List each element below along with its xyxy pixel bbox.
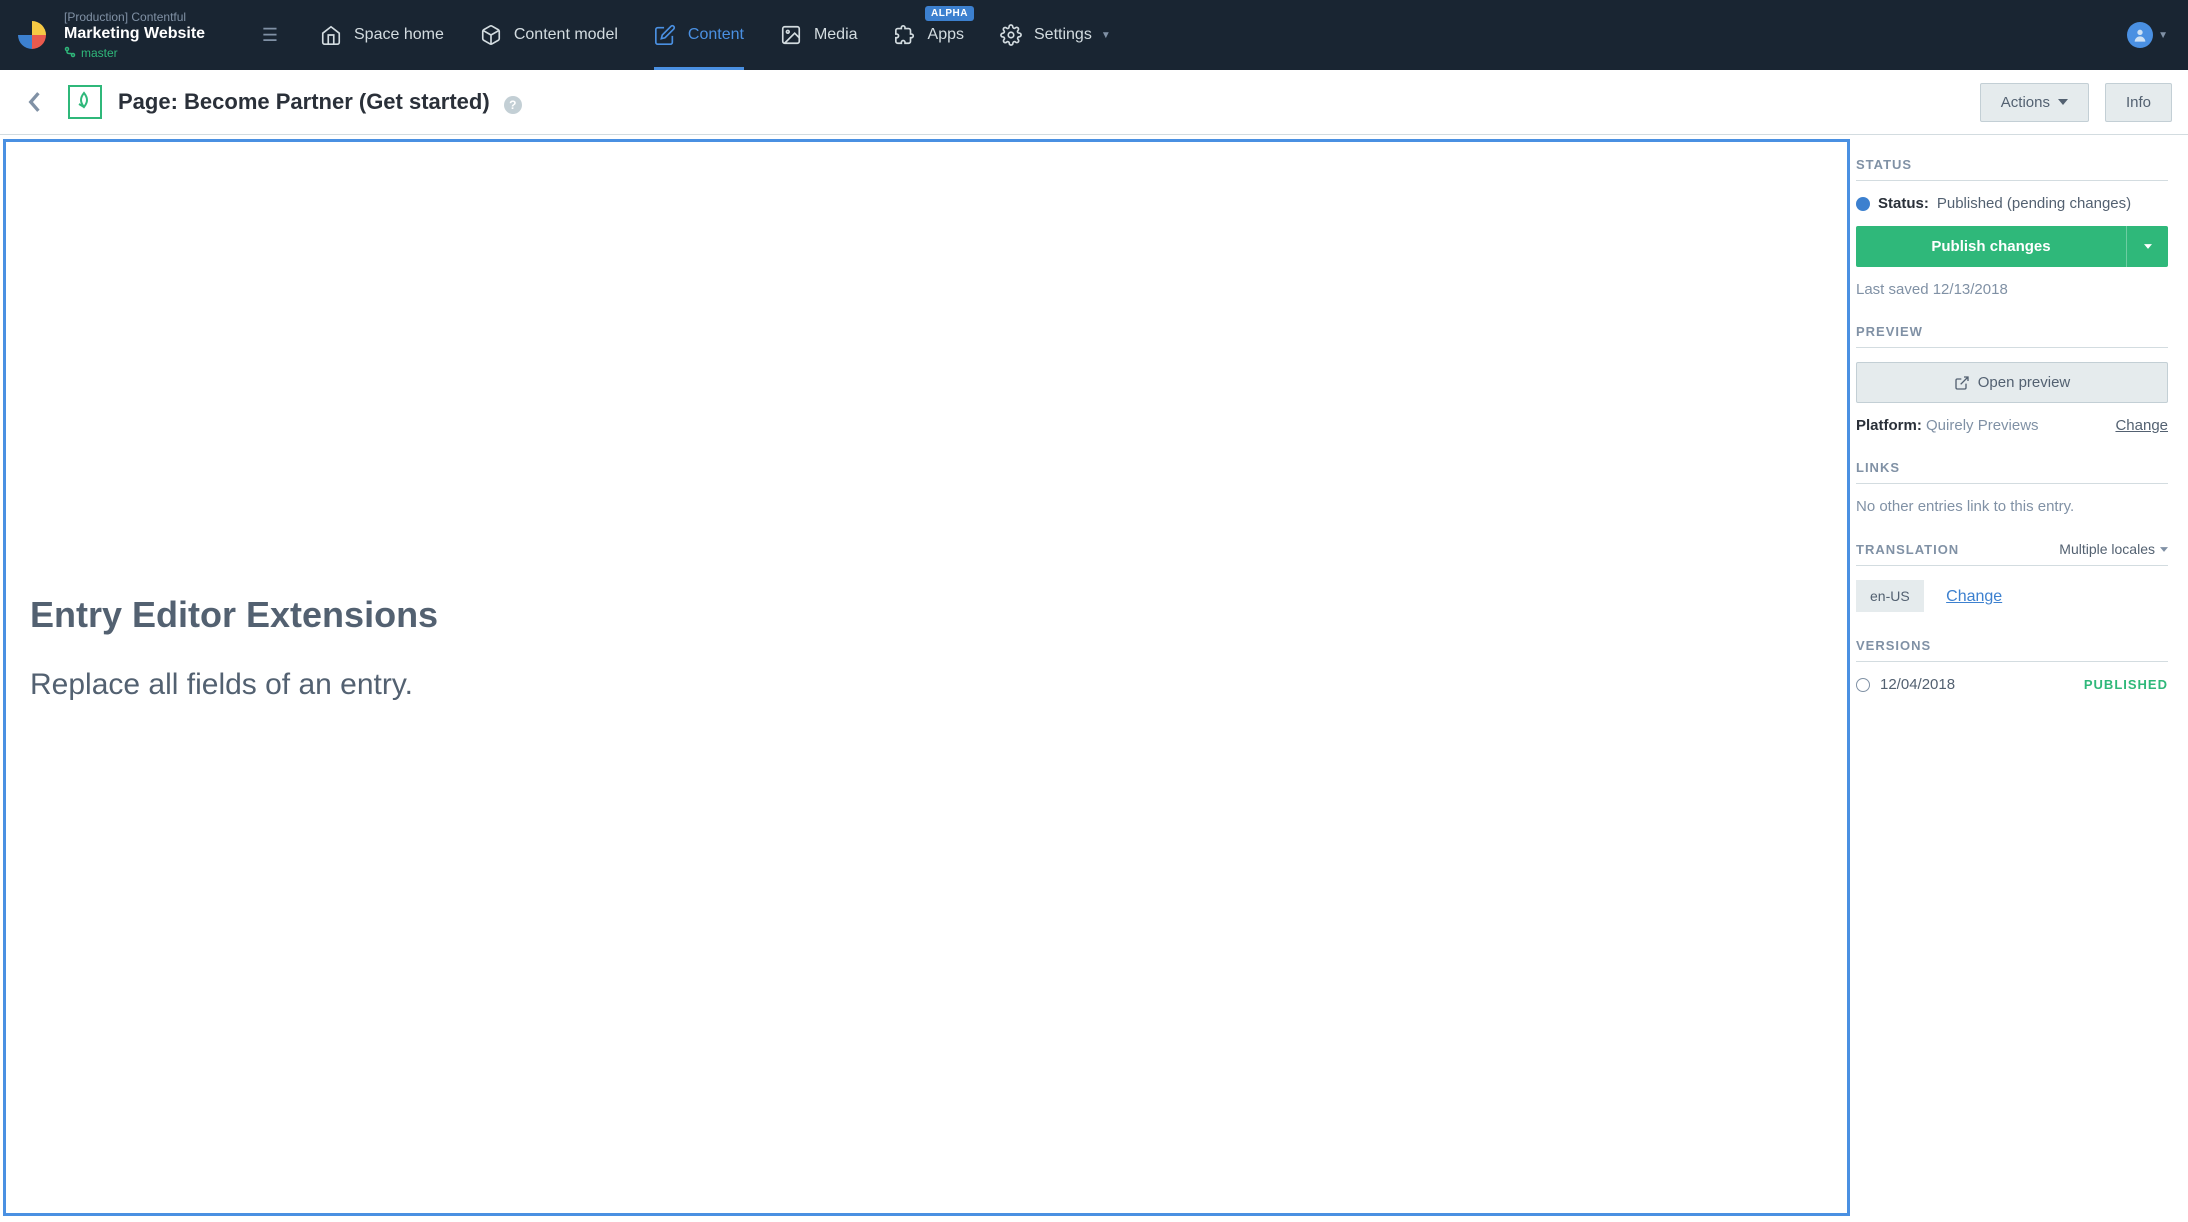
open-preview-label: Open preview <box>1978 374 2071 391</box>
preview-section: PREVIEW Open preview Platform: Quirely P… <box>1856 324 2168 434</box>
entry-sidebar: STATUS Status: Published (pending change… <box>1856 135 2188 1222</box>
open-preview-button[interactable]: Open preview <box>1856 362 2168 403</box>
locales-dropdown[interactable]: Multiple locales <box>2059 541 2168 557</box>
org-label: [Production] Contentful <box>64 10 250 24</box>
cube-icon <box>480 24 502 46</box>
branch-icon <box>64 46 76 61</box>
entry-header: Page: Become Partner (Get started) ? Act… <box>0 70 2188 135</box>
space-info: [Production] Contentful Marketing Websit… <box>64 10 250 61</box>
status-dot-icon <box>1856 197 1870 211</box>
status-value: Published (pending changes) <box>1937 195 2131 212</box>
contentful-logo-icon <box>18 21 46 49</box>
entry-editor-extension-frame: Entry Editor Extensions Replace all fiel… <box>3 139 1850 1216</box>
nav-space-home[interactable]: Space home <box>320 0 444 70</box>
extension-subtitle: Replace all fields of an entry. <box>30 668 1823 702</box>
image-icon <box>780 24 802 46</box>
publish-dropdown-button[interactable] <box>2126 226 2168 267</box>
locales-label: Multiple locales <box>2059 541 2155 557</box>
extension-title: Entry Editor Extensions <box>30 594 1823 636</box>
radio-icon[interactable] <box>1856 678 1870 692</box>
actions-label: Actions <box>2001 94 2050 111</box>
links-empty: No other entries link to this entry. <box>1856 498 2168 515</box>
space-name: Marketing Website <box>64 25 250 43</box>
links-heading: LINKS <box>1856 460 2168 484</box>
platform-line: Platform: Quirely Previews Change <box>1856 417 2168 434</box>
nav-label: Space home <box>354 26 444 44</box>
main-nav: Space home Content model Content Media A… <box>290 0 2127 70</box>
page-type-icon <box>68 85 102 119</box>
status-heading: STATUS <box>1856 157 2168 181</box>
links-section: LINKS No other entries link to this entr… <box>1856 460 2168 515</box>
locale-row: en-US Change <box>1856 580 2168 612</box>
chevron-down-icon: ▼ <box>2158 30 2168 41</box>
gear-icon <box>1000 24 1022 46</box>
status-section: STATUS Status: Published (pending change… <box>1856 157 2168 298</box>
translation-heading-row: TRANSLATION Multiple locales <box>1856 541 2168 566</box>
platform-value: Quirely Previews <box>1926 417 2039 434</box>
nav-label: Settings <box>1034 26 1092 44</box>
nav-content-model[interactable]: Content model <box>480 0 618 70</box>
nav-apps[interactable]: ALPHA Apps <box>894 0 964 70</box>
info-button[interactable]: Info <box>2105 83 2172 122</box>
external-link-icon <box>1954 375 1970 391</box>
versions-section: VERSIONS 12/04/2018 PUBLISHED <box>1856 638 2168 693</box>
change-locale-link[interactable]: Change <box>1946 588 2002 605</box>
back-button[interactable] <box>16 84 52 120</box>
hamburger-menu-icon[interactable]: ☰ <box>250 25 290 46</box>
status-line: Status: Published (pending changes) <box>1856 195 2168 212</box>
edit-icon <box>654 24 676 46</box>
preview-heading: PREVIEW <box>1856 324 2168 348</box>
alpha-badge: ALPHA <box>925 6 974 21</box>
platform-key: Platform: <box>1856 417 1922 434</box>
user-menu[interactable]: ▼ <box>2127 22 2188 48</box>
branch-indicator: master <box>64 46 250 61</box>
publish-group: Publish changes <box>1856 226 2168 267</box>
top-navigation: [Production] Contentful Marketing Websit… <box>0 0 2188 70</box>
nav-label: Content model <box>514 26 618 44</box>
help-icon[interactable]: ? <box>504 96 522 114</box>
versions-heading: VERSIONS <box>1856 638 2168 662</box>
nav-label: Media <box>814 26 858 44</box>
version-badge: PUBLISHED <box>2084 677 2168 692</box>
nav-media[interactable]: Media <box>780 0 858 70</box>
locale-chip: en-US <box>1856 580 1924 612</box>
version-row[interactable]: 12/04/2018 PUBLISHED <box>1856 676 2168 693</box>
translation-section: TRANSLATION Multiple locales en-US Chang… <box>1856 541 2168 612</box>
status-key: Status: <box>1878 195 1929 212</box>
space-switcher[interactable]: [Production] Contentful Marketing Websit… <box>0 10 290 61</box>
workspace: Entry Editor Extensions Replace all fiel… <box>0 135 2188 1222</box>
last-saved: Last saved 12/13/2018 <box>1856 281 2168 298</box>
home-icon <box>320 24 342 46</box>
page-title: Page: Become Partner (Get started) ? <box>118 89 522 115</box>
nav-label: Apps <box>928 26 964 44</box>
actions-dropdown[interactable]: Actions <box>1980 83 2089 122</box>
page-title-text: Page: Become Partner (Get started) <box>118 89 490 114</box>
nav-label: Content <box>688 26 744 44</box>
chevron-down-icon: ▼ <box>1101 30 1111 41</box>
nav-settings[interactable]: Settings ▼ <box>1000 0 1111 70</box>
publish-changes-button[interactable]: Publish changes <box>1856 226 2126 267</box>
puzzle-icon <box>894 24 916 46</box>
user-avatar-icon <box>2127 22 2153 48</box>
info-label: Info <box>2126 94 2151 111</box>
change-platform-link[interactable]: Change <box>2115 417 2168 434</box>
nav-content[interactable]: Content <box>654 0 744 70</box>
chevron-down-icon <box>2160 547 2168 552</box>
branch-name: master <box>81 46 118 60</box>
chevron-down-icon <box>2144 244 2152 249</box>
chevron-down-icon <box>2058 99 2068 105</box>
version-date: 12/04/2018 <box>1880 676 1955 693</box>
translation-heading: TRANSLATION <box>1856 542 1959 557</box>
